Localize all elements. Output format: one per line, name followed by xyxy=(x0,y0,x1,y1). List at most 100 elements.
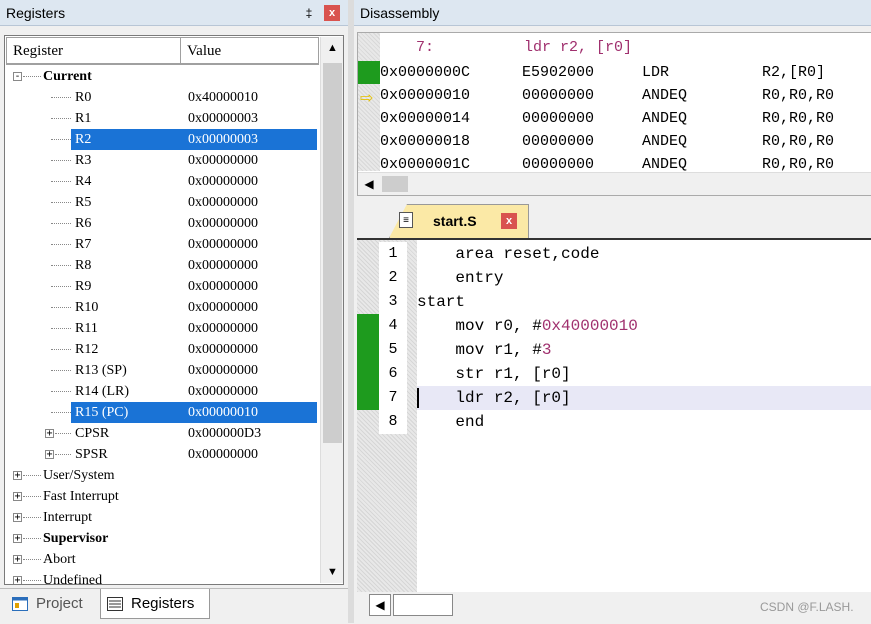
register-value[interactable]: 0x00000000 xyxy=(188,360,258,381)
editor-hscroll-thumb[interactable] xyxy=(393,594,453,616)
code-text: str r1, [r0] xyxy=(417,365,571,383)
register-group[interactable]: + Undefined xyxy=(5,570,318,584)
code-line[interactable]: mov r1, #3 xyxy=(417,338,551,362)
register-row[interactable]: R6 0x00000000 xyxy=(5,213,318,234)
register-row[interactable]: R3 0x00000000 xyxy=(5,150,318,171)
register-value[interactable]: 0x00000000 xyxy=(188,234,258,255)
register-group-current[interactable]: - Current xyxy=(5,66,318,87)
disassembly-mnem: ANDEQ xyxy=(642,87,688,104)
register-value[interactable]: 0x00000003 xyxy=(188,108,258,129)
register-value[interactable]: 0x00000000 xyxy=(188,297,258,318)
expand-icon[interactable]: + xyxy=(13,513,22,523)
current-pc-arrow-icon: ⇨ xyxy=(360,90,374,107)
disassembly-hscrollbar[interactable]: ◀ xyxy=(358,172,871,195)
code-line[interactable]: start xyxy=(417,290,465,314)
register-group[interactable]: + User/System xyxy=(5,465,318,486)
pin-icon[interactable]: ‡ xyxy=(300,0,318,26)
register-value[interactable]: 0x00000000 xyxy=(188,255,258,276)
executed-line-marker xyxy=(358,61,380,84)
expand-icon[interactable]: + xyxy=(13,534,22,544)
register-row[interactable]: + SPSR 0x00000000 xyxy=(5,444,318,465)
disassembly-view[interactable]: ⇨ 7: ldr r2, [r0] 0x0000000C E5902000 LDR R… xyxy=(357,32,871,196)
register-value[interactable]: 0x00000010 xyxy=(188,402,258,423)
disassembly-addr: 0x00000014 xyxy=(380,110,471,127)
code-line[interactable]: ldr r2, [r0] xyxy=(417,386,570,410)
scroll-up-icon[interactable]: ▲ xyxy=(321,37,343,59)
register-group[interactable]: + Fast Interrupt xyxy=(5,486,318,507)
disassembly-hscroll-thumb[interactable] xyxy=(382,176,408,192)
register-group[interactable]: + Abort xyxy=(5,549,318,570)
register-value[interactable]: 0x40000010 xyxy=(188,87,258,108)
registers-header: Register Value xyxy=(6,37,319,65)
register-row[interactable]: R0 0x40000010 xyxy=(5,87,318,108)
register-value[interactable]: 0x00000000 xyxy=(188,318,258,339)
registers-scrollbar[interactable]: ▲ ▼ xyxy=(320,37,343,583)
register-row[interactable]: R11 0x00000000 xyxy=(5,318,318,339)
register-row[interactable]: R1 0x00000003 xyxy=(5,108,318,129)
register-value[interactable]: 0x00000000 xyxy=(188,276,258,297)
tree-connector xyxy=(51,160,71,161)
register-row[interactable]: R4 0x00000000 xyxy=(5,171,318,192)
code-line[interactable]: area reset,code xyxy=(417,242,599,266)
register-group-label: Supervisor xyxy=(43,531,109,546)
register-group[interactable]: + Interrupt xyxy=(5,507,318,528)
code-line[interactable]: end xyxy=(417,410,484,434)
editor-tab-label[interactable]: start.S xyxy=(433,204,477,238)
close-tab-icon[interactable]: x xyxy=(501,213,517,229)
register-value[interactable]: 0x00000000 xyxy=(188,150,258,171)
scroll-down-icon[interactable]: ▼ xyxy=(321,561,343,583)
tree-connector xyxy=(51,286,71,287)
register-group[interactable]: + Supervisor xyxy=(5,528,318,549)
expand-icon[interactable]: + xyxy=(45,450,54,460)
code-line[interactable]: mov r0, #0x40000010 xyxy=(417,314,637,338)
code-line[interactable]: str r1, [r0] xyxy=(417,362,571,386)
register-row[interactable]: R15 (PC) 0x00000010 xyxy=(5,402,318,423)
register-row[interactable]: R14 (LR) 0x00000000 xyxy=(5,381,318,402)
register-name: R2 xyxy=(75,132,92,147)
expand-icon[interactable]: + xyxy=(13,576,22,584)
register-row[interactable]: R7 0x00000000 xyxy=(5,234,318,255)
register-value[interactable]: 0x00000000 xyxy=(188,213,258,234)
register-row[interactable]: R10 0x00000000 xyxy=(5,297,318,318)
code-text: area reset,code xyxy=(417,245,600,263)
editor-scroll-left-icon[interactable]: ◀ xyxy=(369,594,391,616)
register-row[interactable]: R12 0x00000000 xyxy=(5,339,318,360)
scroll-left-icon[interactable]: ◀ xyxy=(358,173,380,195)
tree-connector xyxy=(51,370,71,371)
collapse-icon[interactable]: - xyxy=(13,72,22,82)
vertical-splitter[interactable] xyxy=(348,0,354,623)
tab-project[interactable]: Project xyxy=(6,589,94,619)
code-text: mov r1, # xyxy=(417,341,542,359)
register-row[interactable]: R9 0x00000000 xyxy=(5,276,318,297)
line-number: 4 xyxy=(379,314,407,338)
code-line[interactable]: entry xyxy=(417,266,503,290)
register-group-label: Fast Interrupt xyxy=(43,489,119,504)
code-editor[interactable]: 1 area reset,code 2 entry 3 start 4 mov r0, … xyxy=(357,240,871,592)
register-value[interactable]: 0x000000D3 xyxy=(188,423,261,444)
register-row[interactable]: R8 0x00000000 xyxy=(5,255,318,276)
registers-icon xyxy=(107,597,123,611)
register-value[interactable]: 0x00000000 xyxy=(188,444,258,465)
executed-lines-marker xyxy=(357,314,379,410)
column-header-value[interactable]: Value xyxy=(180,37,319,64)
register-name: R5 xyxy=(75,195,92,210)
tab-registers[interactable]: Registers xyxy=(100,589,210,619)
column-header-register[interactable]: Register xyxy=(6,37,181,64)
register-value[interactable]: 0x00000000 xyxy=(188,192,258,213)
register-value[interactable]: 0x00000003 xyxy=(188,129,258,150)
register-value[interactable]: 0x00000000 xyxy=(188,171,258,192)
register-row[interactable]: + CPSR 0x000000D3 xyxy=(5,423,318,444)
tree-connector xyxy=(23,76,41,77)
register-row[interactable]: R5 0x00000000 xyxy=(5,192,318,213)
expand-icon[interactable]: + xyxy=(13,471,22,481)
register-row[interactable]: R2 0x00000003 xyxy=(5,129,318,150)
expand-icon[interactable]: + xyxy=(13,492,22,502)
expand-icon[interactable]: + xyxy=(13,555,22,565)
close-icon[interactable]: x xyxy=(324,5,340,21)
register-value[interactable]: 0x00000000 xyxy=(188,381,258,402)
expand-icon[interactable]: + xyxy=(45,429,54,439)
code-text: end xyxy=(417,413,485,431)
scroll-thumb[interactable] xyxy=(323,63,342,443)
register-row[interactable]: R13 (SP) 0x00000000 xyxy=(5,360,318,381)
register-value[interactable]: 0x00000000 xyxy=(188,339,258,360)
